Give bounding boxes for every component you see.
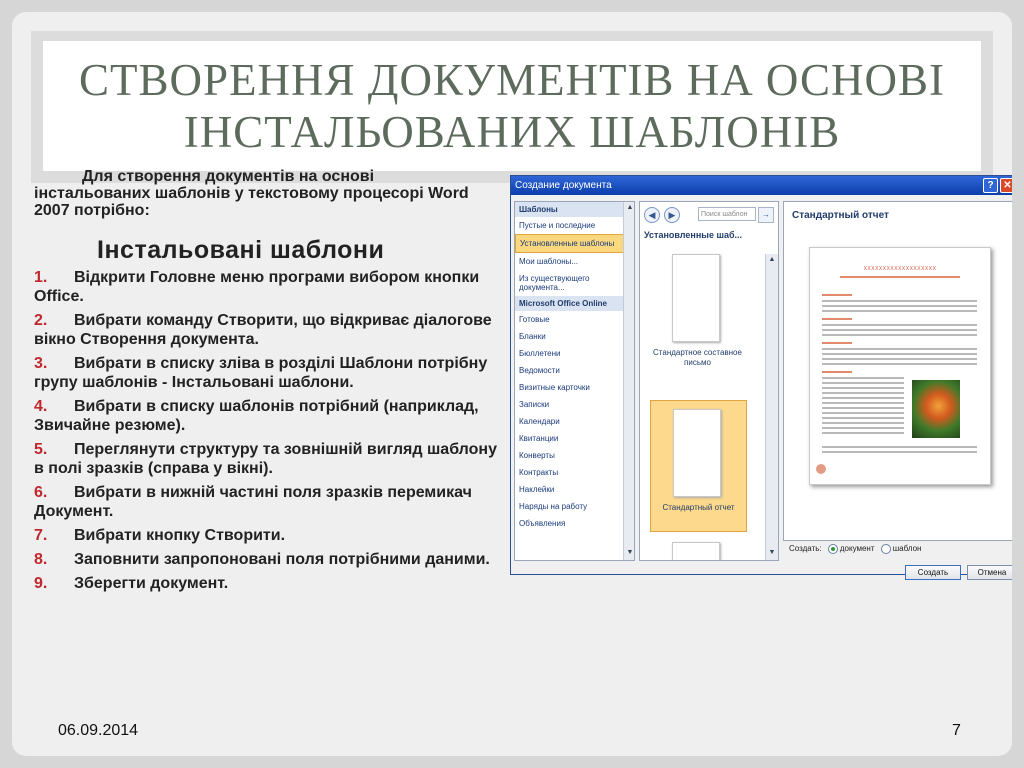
online-header: Microsoft Office Online <box>515 296 634 311</box>
template-search-input[interactable]: Поиск шаблон <box>698 207 756 221</box>
step-number: 5. <box>34 441 48 458</box>
step-text: Заповнити запропоновані поля потрібними … <box>74 551 490 568</box>
left-scrollbar[interactable]: ▲ ▼ <box>623 202 634 560</box>
slide: СТВОРЕННЯ ДОКУМЕНТІВ НА ОСНОВІ ІНСТАЛЬОВ… <box>12 12 1012 756</box>
template-category-list: Шаблоны Пустые и последние Установленные… <box>514 201 635 561</box>
step-8: 8. Заповнити запропоновані поля потрібним… <box>34 550 504 569</box>
step-number: 6. <box>34 484 48 501</box>
step-5: 5. Переглянути структуру та зовнішній виг… <box>34 440 504 478</box>
step-text: Вибрати в списку зліва в розділі Шаблони… <box>34 355 488 391</box>
step-text: Вибрати в нижній частині поля зразків пе… <box>34 484 472 520</box>
thumb-caption: Стандартное составное письмо <box>653 348 742 367</box>
category-online[interactable]: Готовые <box>515 311 634 328</box>
step-7: 7. Вибрати кнопку Створити. <box>34 526 504 545</box>
category-online[interactable]: Объявления <box>515 515 634 532</box>
slide-title: СТВОРЕННЯ ДОКУМЕНТІВ НА ОСНОВІ ІНСТАЛЬОВ… <box>79 55 945 157</box>
step-text: Вибрати кнопку Створити. <box>74 527 286 544</box>
step-number: 9. <box>34 575 48 592</box>
back-arrow-icon[interactable]: ◀ <box>644 207 660 223</box>
step-number: 7. <box>34 527 48 544</box>
thumb-page-image <box>673 409 721 497</box>
scroll-down-icon[interactable]: ▼ <box>767 548 777 558</box>
scroll-down-icon[interactable]: ▼ <box>625 548 634 558</box>
step-text: Переглянути структуру та зовнішній вигля… <box>34 441 497 477</box>
radio-template[interactable] <box>880 544 891 554</box>
category-online[interactable]: Записки <box>515 396 634 413</box>
template-thumb-next[interactable] <box>650 542 745 560</box>
dialog-title: Создание документа <box>515 180 612 191</box>
step-3: 3. Вибрати в списку зліва в розділі Шабло… <box>34 354 504 392</box>
scroll-up-icon[interactable]: ▲ <box>767 255 777 265</box>
preview-banner: XXXXXXXXXXXXXXXXXXX <box>863 266 937 272</box>
intro-text: Для створення документів на основі інста… <box>34 168 469 219</box>
search-go-icon[interactable]: → <box>758 207 774 223</box>
radio-document-label: документ <box>839 544 875 554</box>
step-4: 4. Вибрати в списку шаблонів потрібний (н… <box>34 397 504 435</box>
steps-list: 1. Відкрити Головне меню програми вибором… <box>34 268 504 598</box>
step-text: Вибрати команду Створити, що відкриває д… <box>34 312 492 348</box>
step-number: 4. <box>34 398 48 415</box>
step-text: Зберегти документ. <box>74 575 229 592</box>
preview-page-image: XXXXXXXXXXXXXXXXXXX <box>809 247 991 485</box>
step-number: 8. <box>34 551 48 568</box>
subheading: Інстальовані шаблони <box>97 236 385 264</box>
step-number: 3. <box>34 355 48 372</box>
cancel-button[interactable]: Отмена <box>967 565 1012 580</box>
close-button[interactable]: ✕ <box>1000 178 1012 193</box>
step-text: Відкрити Головне меню програми вибором к… <box>34 269 480 305</box>
create-button[interactable]: Создать <box>905 565 961 580</box>
category-installed-templates[interactable]: Установленные шаблоны <box>515 234 634 253</box>
create-document-dialog: Создание документа ? ✕ Шаблоны Пустые и … <box>510 175 1012 580</box>
gallery-nav: ◀ ▶ Поиск шаблон → <box>642 206 776 224</box>
radio-document[interactable] <box>827 544 838 554</box>
create-as-label: Создать: <box>789 544 822 554</box>
help-button[interactable]: ? <box>983 178 998 193</box>
category-blank-recent[interactable]: Пустые и последние <box>515 217 634 234</box>
forward-arrow-icon[interactable]: ▶ <box>664 207 680 223</box>
step-number: 1. <box>34 269 48 286</box>
category-online[interactable]: Бюллетени <box>515 345 634 362</box>
thumb-page-image <box>672 542 720 560</box>
footer-date: 06.09.2014 <box>58 722 139 739</box>
thumb-caption: Стандартный отчет <box>662 503 735 512</box>
category-online[interactable]: Наклейки <box>515 481 634 498</box>
page-corner-icon <box>816 464 826 474</box>
step-2: 2. Вибрати команду Створити, що відкриває… <box>34 311 504 349</box>
step-text: Вибрати в списку шаблонів потрібний (нап… <box>34 398 479 434</box>
category-online[interactable]: Наряды на работу <box>515 498 634 515</box>
category-online[interactable]: Квитанции <box>515 430 634 447</box>
preview-title: Стандартный отчет <box>792 210 889 221</box>
step-1: 1. Відкрити Головне меню програми вибором… <box>34 268 504 306</box>
thumb-page-image <box>672 254 720 342</box>
category-online[interactable]: Бланки <box>515 328 634 345</box>
gallery-scrollbar[interactable]: ▲ ▼ <box>765 254 778 560</box>
create-as-group: Создать: документ шаблон <box>789 544 921 554</box>
category-online[interactable]: Контракты <box>515 464 634 481</box>
preview-panel: Стандартный отчет XXXXXXXXXXXXXXXXXXX <box>783 201 1012 541</box>
gallery-header: Установленные шаб... <box>644 230 743 240</box>
category-from-existing[interactable]: Из существующего документа... <box>515 270 634 296</box>
step-number: 2. <box>34 312 48 329</box>
template-thumb-report[interactable]: Стандартный отчет <box>650 400 747 532</box>
category-online[interactable]: Конверты <box>515 447 634 464</box>
intro-paragraph: Для створення документів на основі інста… <box>34 168 494 219</box>
template-gallery: ◀ ▶ Поиск шаблон → Установленные шаб... … <box>639 201 779 561</box>
title-frame: СТВОРЕННЯ ДОКУМЕНТІВ НА ОСНОВІ ІНСТАЛЬОВ… <box>31 31 993 183</box>
slide-number: 7 <box>952 722 961 739</box>
title-panel: СТВОРЕННЯ ДОКУМЕНТІВ НА ОСНОВІ ІНСТАЛЬОВ… <box>43 41 981 171</box>
category-online[interactable]: Ведомости <box>515 362 634 379</box>
radio-template-label: шаблон <box>892 544 922 554</box>
flower-image <box>912 380 960 438</box>
template-thumb-letter[interactable]: Стандартное составное письмо <box>650 250 745 375</box>
dialog-titlebar: Создание документа ? ✕ <box>511 176 1012 195</box>
category-online[interactable]: Визитные карточки <box>515 379 634 396</box>
scroll-up-icon[interactable]: ▲ <box>625 203 634 213</box>
step-9: 9. Зберегти документ. <box>34 574 504 593</box>
category-online[interactable]: Календари <box>515 413 634 430</box>
category-my-templates[interactable]: Мои шаблоны... <box>515 253 634 270</box>
templates-header: Шаблоны <box>515 202 634 217</box>
step-6: 6. Вибрати в нижній частині поля зразків … <box>34 483 504 521</box>
